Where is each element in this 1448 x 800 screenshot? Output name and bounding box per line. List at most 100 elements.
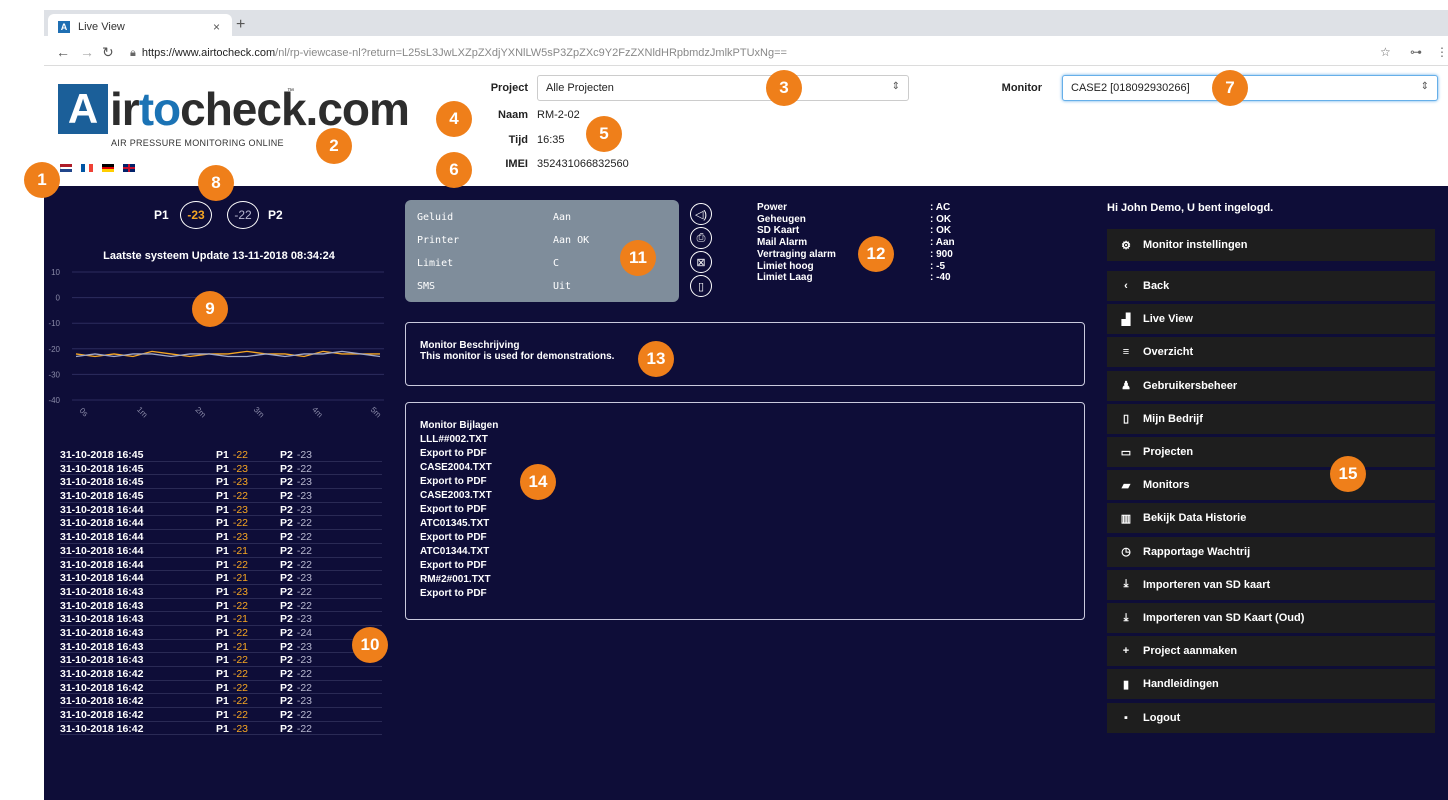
sidebar-item-logout[interactable]: ▪ Logout (1107, 702, 1435, 733)
log-p2-value: -23 (296, 490, 313, 503)
log-p2-value: -23 (296, 695, 313, 708)
attachment-file[interactable]: ATC01344.TXT (420, 545, 1070, 559)
log-p2-label: P2 (280, 613, 293, 626)
export-pdf-link[interactable]: Export to PDF (420, 475, 1070, 489)
menu-dots-icon[interactable]: ⋮ (1436, 45, 1448, 59)
attachment-file[interactable]: CASE2003.TXT (420, 489, 1070, 503)
p1-gauge: -23 (180, 201, 212, 229)
log-p2-value: -22 (296, 517, 313, 530)
url-text[interactable]: 🔒︎ https://www.airtocheck.com/nl/rp-viewc… (130, 47, 787, 60)
sidebar-item-back[interactable]: ‹ Back (1107, 271, 1435, 301)
log-p2-label: P2 (280, 572, 293, 585)
log-datetime: 31-10-2018 16:42 (60, 668, 144, 680)
sidebar-item-bekijk-data-historie[interactable]: ▥ Bekijk Data Historie (1107, 503, 1435, 534)
phone-icon[interactable]: ▯ (690, 275, 712, 297)
flag-de-icon[interactable] (102, 164, 114, 173)
close-icon[interactable]: × (213, 20, 220, 34)
speaker-icon[interactable]: ◁) (690, 203, 712, 225)
logo-mark: A (58, 84, 108, 134)
attachment-file[interactable]: RM#2#001.TXT (420, 573, 1070, 587)
log-p2-label: P2 (280, 490, 293, 503)
log-row: 31-10-2018 16:42 P1 -22 P2 -22 (60, 667, 382, 681)
monitor-settings-button[interactable]: ⚙ Monitor instellingen (1107, 229, 1435, 261)
log-datetime: 31-10-2018 16:43 (60, 585, 144, 598)
export-pdf-link[interactable]: Export to PDF (420, 503, 1070, 517)
sidebar-item-project-aanmaken[interactable]: + Project aanmaken (1107, 636, 1435, 667)
log-p1-label: P1 (216, 585, 229, 598)
sidebar-item-importeren-van-sd-kaart-oud[interactable]: ⤓ Importeren van SD Kaart (Oud) (1107, 603, 1435, 633)
export-pdf-link[interactable]: Export to PDF (420, 531, 1070, 545)
sidebar-item-monitors[interactable]: ▰ Monitors (1107, 470, 1435, 501)
log-p2: P2 -23 (280, 654, 312, 666)
log-p2-label: P2 (280, 476, 293, 489)
sidebar-item-handleidingen[interactable]: ▮ Handleidingen (1107, 669, 1435, 700)
flag-gb-icon[interactable] (123, 164, 135, 172)
attachments-title: Monitor Bijlagen (420, 420, 499, 431)
log-p2-label: P2 (280, 640, 293, 653)
sidebar-item-rapportage-wachtrij[interactable]: ◷ Rapportage Wachtrij (1107, 536, 1435, 567)
log-p1-value: -22 (232, 709, 249, 722)
info-value: : -5 (930, 260, 945, 272)
menu-icon: ▭ (1120, 446, 1132, 459)
log-p1: P1 -23 (216, 531, 248, 543)
sidebar-item-projecten[interactable]: ▭ Projecten (1107, 437, 1435, 467)
browser-tab[interactable]: A Live View × (48, 14, 232, 40)
log-row: 31-10-2018 16:44 P1 -22 P2 -22 (60, 558, 382, 572)
language-flags (60, 164, 135, 173)
log-p2-value: -22 (296, 681, 313, 694)
new-tab-icon[interactable]: + (236, 16, 245, 34)
back-arrow-icon[interactable]: ← (56, 44, 70, 60)
log-row: 31-10-2018 16:42 P1 -22 P2 -23 (60, 694, 382, 709)
log-p2: P2 -22 (280, 723, 312, 735)
sidebar-item-overzicht[interactable]: ≡ Overzicht (1107, 337, 1435, 368)
attachment-file[interactable]: ATC01345.TXT (420, 517, 1070, 531)
info-value: : 900 (930, 248, 953, 260)
monitor-select[interactable]: CASE2 [018092930266] ⇕ (1062, 75, 1438, 101)
reload-icon[interactable]: ↻ (102, 44, 114, 61)
log-p2-label: P2 (280, 626, 293, 639)
attachments-panel: Monitor Bijlagen LLL##002.TXT Export to P… (405, 402, 1085, 620)
attachment-file[interactable]: CASE2004.TXT (420, 461, 1070, 475)
export-pdf-link[interactable]: Export to PDF (420, 559, 1070, 573)
log-p1-value: -23 (232, 722, 249, 735)
log-p2: P2 -22 (280, 531, 312, 543)
log-p2-value: -22 (296, 531, 313, 544)
user-greeting: Hi John Demo, U bent ingelogd. (1107, 202, 1274, 214)
extension-icon[interactable]: ⊶ (1410, 45, 1422, 59)
flag-fr-icon[interactable] (81, 164, 93, 172)
annotation-badge: 15 (1330, 456, 1366, 492)
flag-nl-icon[interactable] (60, 164, 72, 173)
log-row: 31-10-2018 16:43 P1 -21 P2 -23 (60, 640, 382, 654)
log-p1-label: P1 (216, 462, 229, 475)
annotation-badge: 10 (352, 627, 388, 663)
annotation-badge: 14 (520, 464, 556, 500)
star-icon[interactable]: ☆ (1380, 45, 1391, 59)
log-p2: P2 -22 (280, 668, 312, 680)
menu-icon: ≡ (1122, 346, 1130, 359)
limit-icon[interactable]: ⊠ (690, 251, 712, 273)
measurement-log: 31-10-2018 16:45 P1 -22 P2 -23 31-10-2018 16:… (60, 448, 382, 736)
forward-arrow-icon[interactable]: → (80, 44, 94, 60)
p2-gauge: -22 (227, 201, 259, 229)
sidebar-item-importeren-van-sd-kaart[interactable]: ⤓ Importeren van SD kaart (1107, 569, 1435, 600)
log-p2: P2 -23 (280, 476, 312, 488)
export-pdf-link[interactable]: Export to PDF (420, 447, 1070, 461)
pressure-chart: 10 0 -10 -20 -30 -40 0s 1m 2m 3m 4m 5m (48, 268, 384, 420)
log-datetime: 31-10-2018 16:42 (60, 681, 144, 694)
sidebar-item-label: Project aanmaken (1143, 645, 1238, 658)
project-select[interactable]: Alle Projecten ⇕ (537, 75, 909, 101)
log-p1-label: P1 (216, 681, 229, 694)
export-pdf-link[interactable]: Export to PDF (420, 587, 1070, 601)
menu-icon: ⤓ (1123, 578, 1129, 591)
log-p1-label: P1 (216, 695, 229, 708)
log-p1: P1 -22 (216, 517, 248, 529)
log-p1-label: P1 (216, 476, 229, 489)
attachment-file[interactable]: LLL##002.TXT (420, 433, 1070, 447)
sidebar-item-gebruikersbeheer[interactable]: ♟ Gebruikersbeheer (1107, 370, 1435, 401)
sidebar-item-mijn-bedrijf[interactable]: ▯ Mijn Bedrijf (1107, 403, 1435, 434)
sidebar-item-live-view[interactable]: ▟ Live View (1107, 304, 1435, 335)
info-key: Limiet Laag (757, 272, 813, 284)
printer-icon[interactable]: ⎙ (690, 227, 712, 249)
log-row: 31-10-2018 16:44 P1 -23 P2 -22 (60, 530, 382, 544)
sidebar-item-label: Bekijk Data Historie (1143, 512, 1247, 525)
